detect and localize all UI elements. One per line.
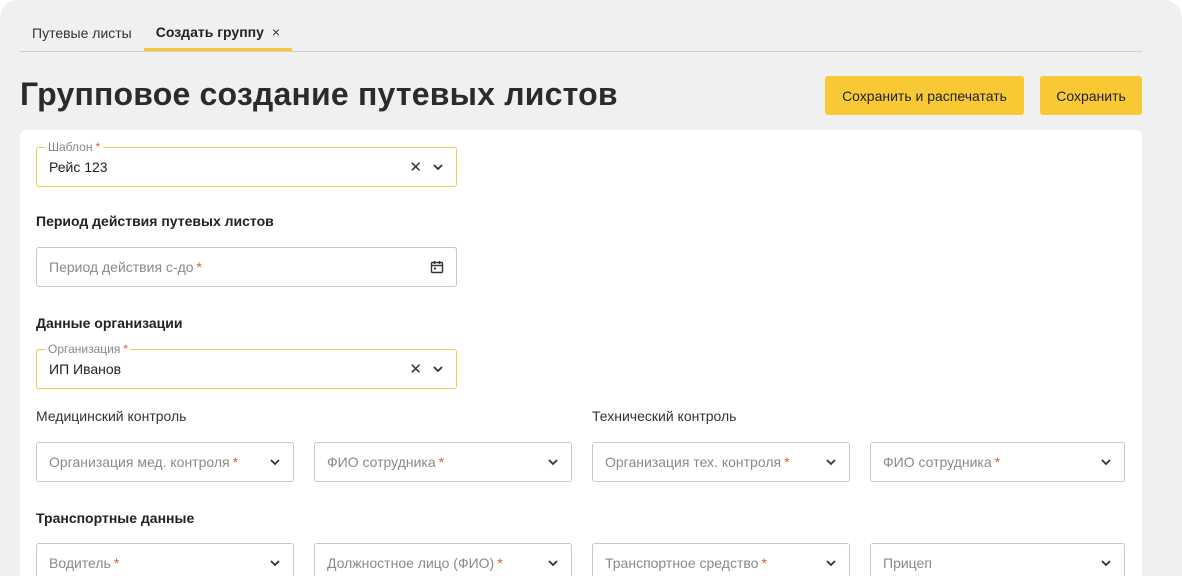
- org-section-title: Данные организации: [36, 315, 183, 331]
- chevron-down-icon: [825, 559, 837, 567]
- transport-section-title: Транспортные данные: [36, 510, 195, 526]
- chevron-down-icon: [269, 458, 281, 466]
- save-button[interactable]: Сохранить: [1040, 76, 1142, 115]
- tab-create-group[interactable]: Создать группу ×: [143, 15, 293, 51]
- close-tab-icon[interactable]: ×: [272, 24, 280, 40]
- save-and-print-button[interactable]: Сохранить и распечатать: [825, 76, 1024, 115]
- chevron-down-icon: [547, 458, 559, 466]
- chevron-down-icon: [547, 559, 559, 567]
- chevron-down-icon: [1100, 458, 1112, 466]
- organization-value: ИП Иванов: [49, 361, 122, 377]
- medical-employee-select[interactable]: ФИО сотрудника *: [314, 442, 572, 482]
- template-select[interactable]: Шаблон * Рейс 123 ✕: [36, 140, 457, 187]
- chevron-down-icon: [825, 458, 837, 466]
- template-value: Рейс 123: [49, 159, 108, 175]
- technical-employee-select[interactable]: ФИО сотрудника *: [870, 442, 1125, 482]
- chevron-down-icon: [269, 559, 281, 567]
- organization-label: Организация *: [45, 342, 132, 356]
- tab-label: Путевые листы: [32, 25, 132, 41]
- period-date-range-input[interactable]: Период действия с-до *: [36, 247, 457, 287]
- tab-bar: Путевые листы Создать группу ×: [20, 16, 1142, 52]
- chevron-down-icon[interactable]: [432, 163, 444, 171]
- chevron-down-icon: [1100, 559, 1112, 567]
- medical-control-title: Медицинский контроль: [36, 408, 187, 424]
- template-label: Шаблон *: [45, 140, 104, 154]
- period-placeholder: Период действия с-до *: [49, 259, 202, 275]
- page-title: Групповое создание путевых листов: [20, 76, 618, 112]
- vehicle-select[interactable]: Транспортное средство *: [592, 543, 850, 576]
- clear-icon[interactable]: ✕: [409, 362, 422, 377]
- form-card: Шаблон * Рейс 123 ✕ Период действия путев…: [20, 130, 1142, 576]
- official-select[interactable]: Должностное лицо (ФИО) *: [314, 543, 572, 576]
- calendar-icon[interactable]: [430, 260, 444, 274]
- technical-org-select[interactable]: Организация тех. контроля *: [592, 442, 850, 482]
- medical-org-select[interactable]: Организация мед. контроля *: [36, 442, 294, 482]
- technical-control-title: Технический контроль: [592, 408, 737, 424]
- period-section-title: Период действия путевых листов: [36, 213, 274, 229]
- tab-waybills[interactable]: Путевые листы: [20, 15, 144, 51]
- organization-select[interactable]: Организация * ИП Иванов ✕: [36, 342, 457, 389]
- trailer-select[interactable]: Прицеп: [870, 543, 1125, 576]
- driver-select[interactable]: Водитель *: [36, 543, 294, 576]
- app-window: Путевые листы Создать группу × Групповое…: [0, 0, 1182, 576]
- clear-icon[interactable]: ✕: [409, 160, 422, 175]
- chevron-down-icon[interactable]: [432, 365, 444, 373]
- tab-label: Создать группу: [155, 23, 264, 40]
